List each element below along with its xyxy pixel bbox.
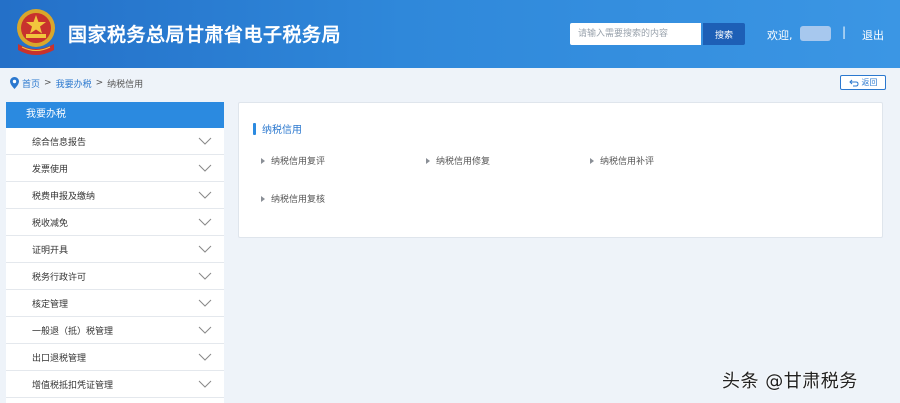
sidebar-item-label: 发票使用 [32,164,69,175]
service-label: 纳税信用修复 [436,157,491,167]
triangle-right-icon [261,157,265,164]
back-button[interactable]: 返回 [840,75,886,90]
chevron-down-icon [198,164,212,172]
sidebar-item-label: 综合信息报告 [32,137,87,148]
sidebar-item-label: 核定管理 [32,299,69,310]
welcome-text: 欢迎, [767,29,793,42]
chevron-down-icon [198,245,212,253]
service-credit-supplementary[interactable]: 纳税信用补评 [590,154,654,167]
chevron-down-icon [198,272,212,280]
chevron-down-icon [198,218,212,226]
service-credit-review[interactable]: 纳税信用复核 [261,192,325,205]
sidebar-item-assessment[interactable]: 核定管理 [6,290,224,317]
sidebar-item-label: 税费申报及缴纳 [32,191,96,202]
breadcrumb-current: 纳税信用 [107,79,144,90]
chevron-down-icon [198,326,212,334]
chevron-down-icon [198,191,212,199]
breadcrumb-home[interactable]: 首页 [22,77,40,90]
triangle-right-icon [426,157,430,164]
sidebar: 我要办税 综合信息报告 发票使用 税费申报及缴纳 税收减免 证明开具 税务行政许… [6,102,224,403]
panel-title: 纳税信用 [253,121,302,136]
site-title: 国家税务总局甘肃省电子税务局 [68,24,342,46]
chevron-down-icon [198,137,212,145]
triangle-right-icon [261,195,265,202]
logout-link[interactable]: 退出 [862,27,884,43]
sidebar-item-info-report[interactable]: 综合信息报告 [6,128,224,155]
tax-emblem-logo [17,9,55,55]
chevron-down-icon [198,380,212,388]
sidebar-item-admin-license[interactable]: 税务行政许可 [6,263,224,290]
breadcrumb-separator: > [44,78,52,88]
username-blurred [800,26,831,41]
sidebar-item-label: 税收减免 [32,218,69,229]
title-accent-bar [253,122,256,135]
sidebar-item-label: 一般退（抵）税管理 [32,326,114,337]
triangle-right-icon [590,157,594,164]
service-label: 纳税信用复评 [271,157,326,167]
breadcrumb-tax-service[interactable]: 我要办税 [56,77,92,90]
sidebar-item-export-refund[interactable]: 出口退税管理 [6,344,224,371]
header-separator: | [842,25,847,39]
breadcrumb-separator: > [95,78,104,88]
top-header: 国家税务总局甘肃省电子税务局 搜索 欢迎, | 退出 [0,0,900,68]
chevron-down-icon [198,353,212,361]
sidebar-item-vat-deduction[interactable]: 增值税抵扣凭证管理 [6,371,224,398]
search-button[interactable]: 搜索 [703,23,745,45]
sidebar-item-label: 证明开具 [32,245,69,256]
service-label: 纳税信用补评 [600,157,655,167]
location-pin-icon [10,77,19,89]
sidebar-item-general-refund[interactable]: 一般退（抵）税管理 [6,317,224,344]
sidebar-item-certificate[interactable]: 证明开具 [6,236,224,263]
credit-service-panel: 纳税信用 纳税信用复评 纳税信用修复 纳税信用补评 纳税信用复核 [238,102,883,238]
sidebar-item-tax-relief[interactable]: 税收减免 [6,209,224,236]
chevron-down-icon [198,299,212,307]
service-label: 纳税信用复核 [271,195,326,205]
back-button-label: 返回 [861,78,878,87]
service-credit-repair[interactable]: 纳税信用修复 [426,154,490,167]
sidebar-title[interactable]: 我要办税 [6,102,224,128]
source-watermark: 头条 @甘肃税务 [722,371,858,392]
sidebar-item-label: 出口退税管理 [32,353,87,364]
return-arrow-icon [848,79,859,86]
sidebar-item-label: 税务行政许可 [32,272,87,283]
panel-title-label: 纳税信用 [262,125,302,136]
sidebar-item-invoice[interactable]: 发票使用 [6,155,224,182]
service-credit-reevaluation[interactable]: 纳税信用复评 [261,154,325,167]
sidebar-item-label: 增值税抵扣凭证管理 [32,380,114,391]
sidebar-item-declare-pay[interactable]: 税费申报及缴纳 [6,182,224,209]
breadcrumb: 首页 > 我要办税 > 纳税信用 [10,76,143,90]
search-input[interactable] [570,23,701,45]
